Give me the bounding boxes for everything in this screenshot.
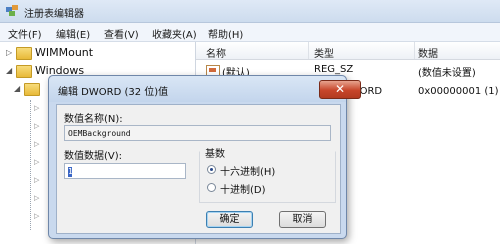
tree-item-wimmount[interactable]: ▷ WIMMount <box>6 45 191 61</box>
expand-arrow-icon[interactable]: ◢ <box>14 84 20 93</box>
dialog-title: 编辑 DWORD (32 位)值 <box>58 87 169 98</box>
close-button[interactable]: ✕ <box>319 80 361 99</box>
registry-editor-icon <box>6 5 18 16</box>
expand-arrow-icon[interactable]: ▷ <box>6 48 12 57</box>
column-header-data[interactable]: 数据 <box>418 45 438 60</box>
edit-dword-dialog: 编辑 DWORD (32 位)值 ✕ 数值名称(N): OEMBackgroun… <box>48 75 361 239</box>
menu-favorites[interactable]: 收藏夹(A) <box>152 26 197 41</box>
menu-bar: 文件(F) 编辑(E) 查看(V) 收藏夹(A) 帮助(H) <box>0 23 500 42</box>
radio-decimal[interactable] <box>207 183 216 192</box>
expand-arrow-icon[interactable]: ▷ <box>34 212 39 220</box>
radio-decimal-label[interactable]: 十进制(D) <box>220 181 266 196</box>
value-data-label: 数值数据(V): <box>64 151 123 162</box>
expand-arrow-icon[interactable]: ▷ <box>34 158 39 166</box>
registry-editor-titlebar: 注册表编辑器 <box>0 0 500 23</box>
tree-item-child[interactable]: ◢ <box>14 81 44 97</box>
dialog-titlebar[interactable]: 编辑 DWORD (32 位)值 <box>49 76 346 102</box>
folder-icon <box>24 83 40 96</box>
expand-arrow-icon[interactable]: ▷ <box>34 176 39 184</box>
collapse-arrow-icon[interactable]: ◢ <box>6 66 12 75</box>
menu-edit[interactable]: 编辑(E) <box>56 26 90 41</box>
value-name-label: 数值名称(N): <box>64 114 123 125</box>
value-name-field: OEMBackground <box>64 125 331 141</box>
value-data: 0x00000001 (1) <box>418 86 499 97</box>
tree-item-label: WIMMount <box>35 46 94 59</box>
values-list-header: 名称 类型 数据 <box>196 42 500 60</box>
column-header-type[interactable]: 类型 <box>314 45 334 60</box>
radio-hexadecimal-label[interactable]: 十六进制(H) <box>220 163 275 178</box>
menu-view[interactable]: 查看(V) <box>104 26 139 41</box>
dialog-body: 数值名称(N): OEMBackground 数值数据(V): 1 基数 十六进… <box>56 104 341 234</box>
window-title: 注册表编辑器 <box>24 9 84 20</box>
value-data: (数值未设置) <box>418 68 476 79</box>
folder-icon <box>16 47 32 60</box>
column-divider[interactable] <box>414 42 415 59</box>
close-icon: ✕ <box>334 82 346 96</box>
column-divider[interactable] <box>308 42 309 59</box>
menu-help[interactable]: 帮助(H) <box>208 26 243 41</box>
text-selection: 1 <box>68 166 74 177</box>
value-data-input[interactable]: 1 <box>64 163 186 179</box>
tree-guide-line <box>30 100 32 230</box>
value-type: REG_SZ <box>314 64 354 75</box>
menu-file[interactable]: 文件(F) <box>8 26 42 41</box>
expand-arrow-icon[interactable]: ▷ <box>34 122 39 130</box>
expand-arrow-icon[interactable]: ▷ <box>34 104 39 112</box>
cancel-button[interactable]: 取消 <box>279 211 326 228</box>
expand-arrow-icon[interactable]: ▷ <box>34 194 39 202</box>
folder-icon <box>16 65 32 78</box>
ok-button[interactable]: 确定 <box>206 211 253 228</box>
radio-hexadecimal[interactable] <box>207 165 216 174</box>
expand-arrow-icon[interactable]: ▷ <box>34 140 39 148</box>
column-header-name[interactable]: 名称 <box>206 45 226 60</box>
